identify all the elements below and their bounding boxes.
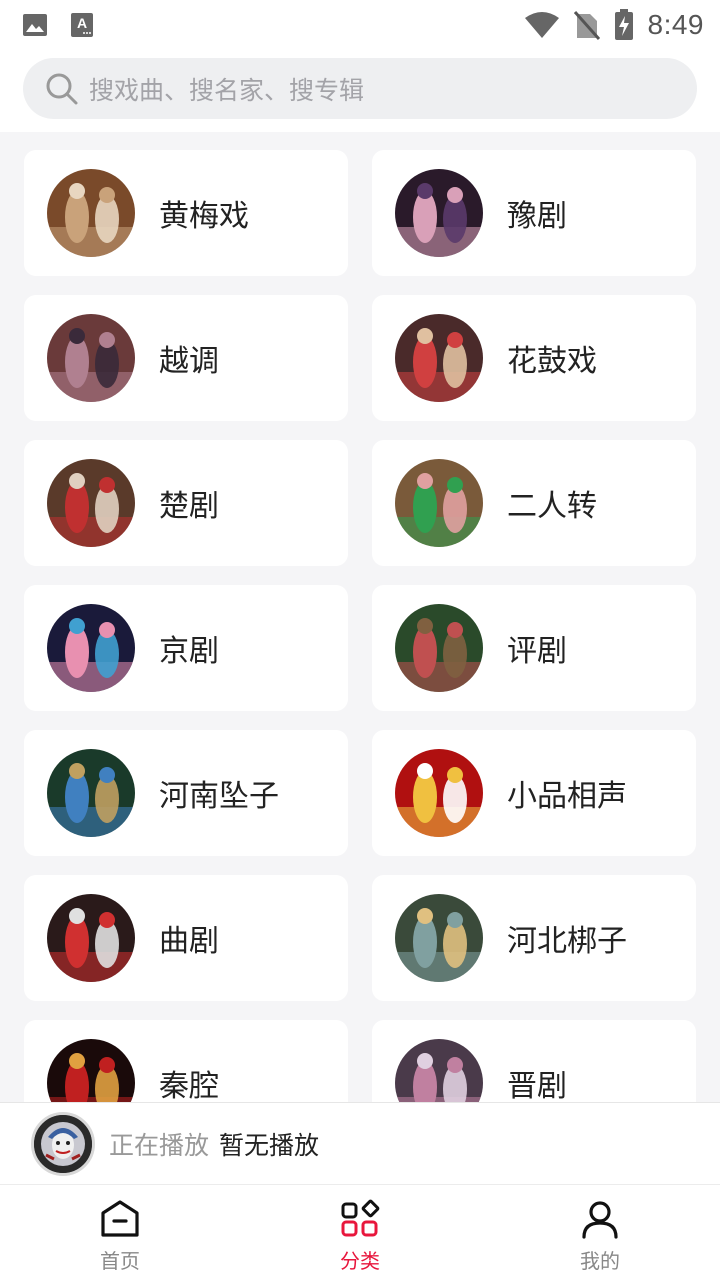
- no-sim-icon: [573, 11, 600, 40]
- category-label: 评剧: [507, 634, 567, 669]
- image-icon: [23, 14, 47, 36]
- category-thumbnail: [47, 459, 135, 547]
- category-card[interactable]: 京剧: [24, 585, 348, 711]
- battery-charging-icon: [614, 9, 633, 40]
- category-card[interactable]: 越调: [24, 295, 348, 421]
- category-label: 晋剧: [507, 1069, 567, 1102]
- category-card[interactable]: 评剧: [372, 585, 696, 711]
- status-right: 8:49: [524, 9, 705, 41]
- search-placeholder: 搜戏曲、搜名家、搜专辑: [89, 75, 365, 105]
- category-label: 河南坠子: [159, 779, 279, 814]
- category-thumbnail: [395, 169, 483, 257]
- category-thumbnail: [47, 604, 135, 692]
- category-card[interactable]: 黄梅戏: [24, 150, 348, 276]
- nav-profile[interactable]: 我的: [480, 1185, 720, 1280]
- category-thumbnail: [395, 604, 483, 692]
- header: 搜戏曲、搜名家、搜专辑: [0, 50, 720, 132]
- category-label: 花鼓戏: [507, 344, 597, 379]
- nav-category[interactable]: 分类: [240, 1185, 480, 1280]
- category-label: 楚剧: [159, 489, 219, 524]
- search-bar[interactable]: 搜戏曲、搜名家、搜专辑: [23, 58, 697, 119]
- category-label: 越调: [159, 344, 219, 379]
- nav-profile-label: 我的: [580, 1249, 620, 1273]
- category-label: 秦腔: [159, 1069, 219, 1102]
- category-icon: [341, 1199, 380, 1237]
- category-thumbnail: [395, 894, 483, 982]
- category-list[interactable]: 黄梅戏 豫剧越调 花鼓戏楚剧 二人转京剧 评剧河南坠子 小品相声曲剧 河北梆子秦腔 晋剧: [0, 132, 720, 1102]
- category-thumbnail: [395, 1039, 483, 1102]
- category-thumbnail: [47, 169, 135, 257]
- now-playing-bar[interactable]: 正在播放 暂无播放: [0, 1102, 720, 1184]
- category-card[interactable]: 楚剧: [24, 440, 348, 566]
- search-icon: [46, 73, 78, 104]
- text-icon: A: [71, 13, 93, 37]
- category-thumbnail: [47, 749, 135, 837]
- category-card[interactable]: 河北梆子: [372, 875, 696, 1001]
- status-left: A: [22, 12, 94, 38]
- category-card[interactable]: 豫剧: [372, 150, 696, 276]
- wifi-icon: [524, 12, 559, 38]
- category-label: 河北梆子: [507, 924, 627, 959]
- category-label: 曲剧: [159, 924, 219, 959]
- now-playing-prefix: 正在播放: [109, 1130, 210, 1160]
- category-card[interactable]: 小品相声: [372, 730, 696, 856]
- category-label: 豫剧: [507, 199, 567, 234]
- category-label: 小品相声: [507, 779, 627, 814]
- category-label: 京剧: [159, 634, 219, 669]
- category-thumbnail: [395, 749, 483, 837]
- category-label: 二人转: [507, 489, 597, 524]
- category-thumbnail: [47, 894, 135, 982]
- home-icon: [101, 1200, 139, 1237]
- now-playing-avatar[interactable]: [31, 1111, 95, 1176]
- category-grid: 黄梅戏 豫剧越调 花鼓戏楚剧 二人转京剧 评剧河南坠子 小品相声曲剧 河北梆子秦腔 晋剧: [24, 150, 696, 1102]
- nav-home-label: 首页: [100, 1249, 140, 1273]
- status-bar: A 8:49: [0, 0, 720, 50]
- now-playing-title: 暂无播放: [219, 1130, 320, 1160]
- category-thumbnail: [395, 459, 483, 547]
- profile-icon: [582, 1201, 618, 1239]
- bottom-nav: 首页 分类 我的: [0, 1184, 720, 1280]
- category-card[interactable]: 花鼓戏: [372, 295, 696, 421]
- category-card[interactable]: 秦腔: [24, 1020, 348, 1102]
- category-card[interactable]: 晋剧: [372, 1020, 696, 1102]
- category-thumbnail: [395, 314, 483, 402]
- category-thumbnail: [47, 1039, 135, 1102]
- svg-text:A: A: [77, 15, 87, 31]
- category-card[interactable]: 河南坠子: [24, 730, 348, 856]
- category-thumbnail: [47, 314, 135, 402]
- status-time: 8:49: [647, 9, 704, 40]
- category-card[interactable]: 二人转: [372, 440, 696, 566]
- nav-category-label: 分类: [340, 1249, 380, 1273]
- category-label: 黄梅戏: [159, 199, 249, 234]
- nav-home[interactable]: 首页: [0, 1185, 240, 1280]
- category-card[interactable]: 曲剧: [24, 875, 348, 1001]
